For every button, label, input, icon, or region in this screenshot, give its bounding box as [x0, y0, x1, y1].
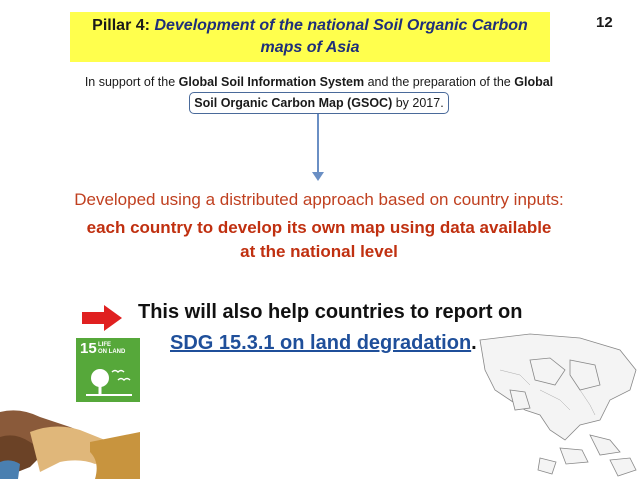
- title-line-1: Pillar 4: Development of the national So…: [92, 15, 528, 37]
- developed-emphasis: each country to develop its own map usin…: [0, 216, 638, 264]
- connector-arrowhead: [312, 172, 324, 181]
- support-gsis: Global Soil Information System: [178, 75, 365, 89]
- handshake-image: [0, 410, 140, 479]
- support-suffix: by 2017.: [395, 96, 444, 110]
- developed-line-1: Developed using a distributed approach b…: [74, 190, 564, 209]
- support-gsoc: Soil Organic Carbon Map (GSOC): [194, 96, 393, 110]
- title-box: Pillar 4: Development of the national So…: [70, 12, 550, 62]
- support-global: Global: [514, 75, 554, 89]
- support-text: In support of the Global Soil Informatio…: [30, 72, 608, 114]
- support-prefix: In support of the: [84, 75, 176, 89]
- pillar-title-line-2: maps of Asia: [260, 39, 360, 56]
- page-number: 12: [596, 14, 613, 31]
- asia-map-image: [479, 333, 637, 477]
- red-arrow-icon: [82, 305, 122, 331]
- report-line-1: This will also help countries to report …: [138, 301, 523, 323]
- developed-line-2: each country to develop its own map usin…: [86, 218, 552, 237]
- gsoc-box: Soil Organic Carbon Map (GSOC) by 2017.: [189, 92, 449, 114]
- pillar-label: Pillar 4:: [92, 17, 150, 34]
- pillar-title: Development of the national Soil Organic…: [154, 17, 528, 34]
- sdg-link: SDG 15.3.1 on land degradation: [170, 332, 472, 354]
- connector-line: [317, 114, 319, 174]
- support-middle: and the preparation of the: [367, 75, 511, 89]
- developed-line-3: at the national level: [240, 242, 398, 261]
- report-line-2: SDG 15.3.1 on land degradation.: [170, 330, 477, 356]
